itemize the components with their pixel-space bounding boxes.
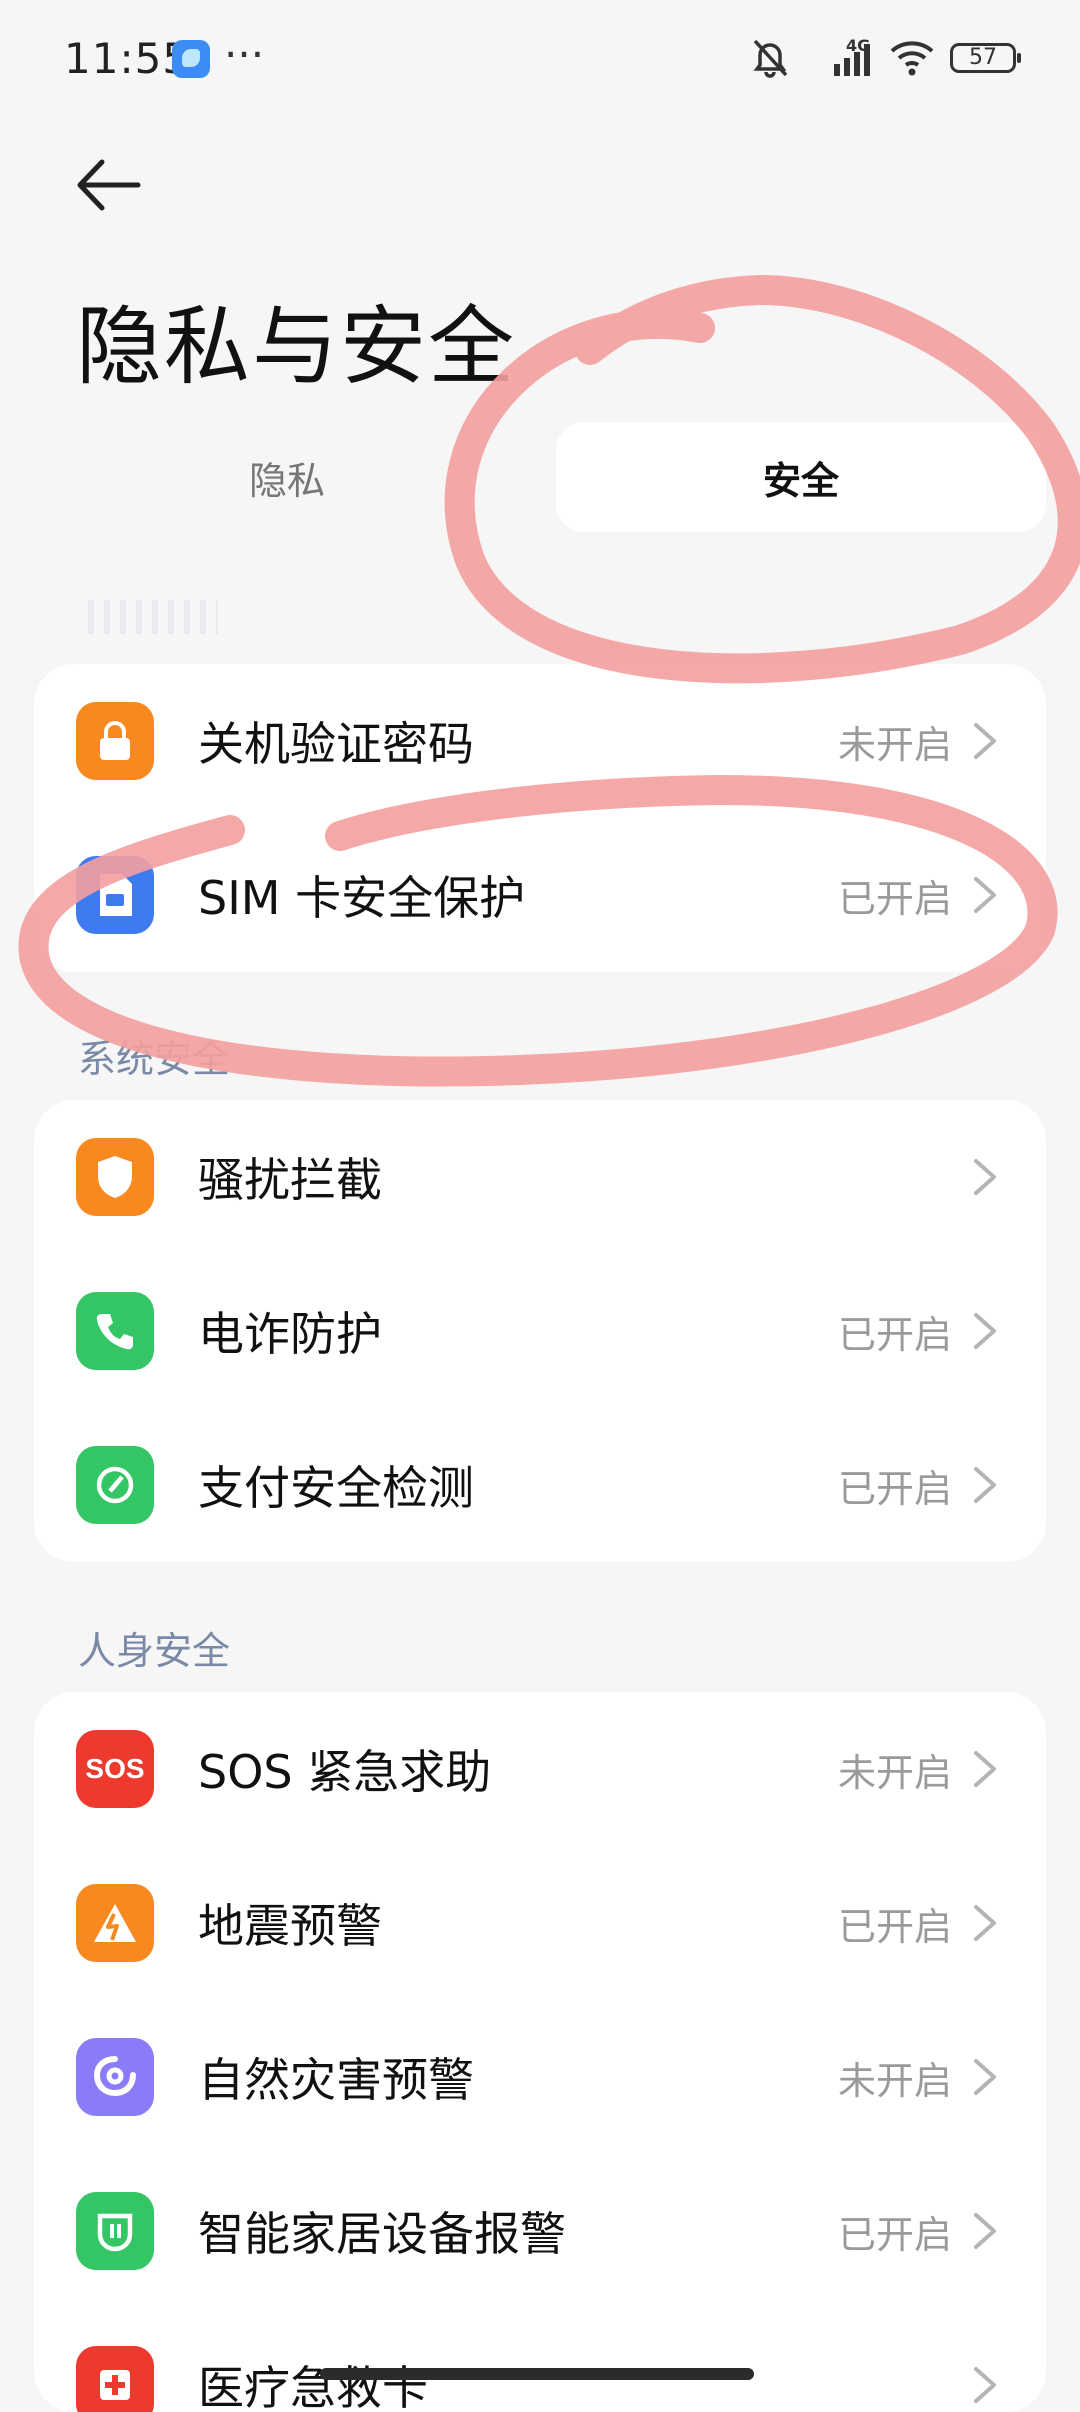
phone-icon <box>76 1292 154 1370</box>
row-label: 智能家居设备报警 <box>198 2207 566 2261</box>
status-badge: 已开启 <box>837 1466 952 1511</box>
home-indicator[interactable] <box>320 2368 754 2380</box>
row-smart-home-alarm[interactable]: 智能家居设备报警 已开启 <box>34 2154 1046 2308</box>
row-label: 地震预警 <box>198 1899 382 1953</box>
row-disaster-warning[interactable]: 自然灾害预警 未开启 <box>34 2000 1046 2154</box>
row-label: 支付安全检测 <box>198 1461 474 1515</box>
row-power-off-password[interactable]: 关机验证密码 未开启 <box>34 664 1046 818</box>
page-title: 隐私与安全 <box>76 297 516 397</box>
row-label: SOS 紧急求助 <box>198 1745 492 1799</box>
row-label: 自然灾害预警 <box>198 2053 474 2107</box>
bell-muted-icon <box>753 39 788 78</box>
chevron-right-icon <box>974 1905 996 1941</box>
back-button[interactable] <box>72 150 142 220</box>
section-label-personal: 人身安全 <box>78 1629 231 1673</box>
tab-security[interactable]: 安全 <box>556 422 1046 532</box>
row-sos[interactable]: SOS SOS 紧急求助 未开启 <box>34 1692 1046 1846</box>
chevron-right-icon <box>974 723 996 759</box>
status-badge: 已开启 <box>837 2212 952 2257</box>
chevron-right-icon <box>974 2059 996 2095</box>
chevron-right-icon <box>974 1313 996 1349</box>
more-notifications-icon: ··· <box>224 30 265 79</box>
row-label: 电诈防护 <box>198 1307 382 1361</box>
chevron-right-icon <box>974 1159 996 1195</box>
row-medical-card[interactable]: 医疗急救卡 <box>34 2308 1046 2412</box>
status-badge: 已开启 <box>837 876 952 921</box>
row-sim-protection[interactable]: SIM 卡安全保护 已开启 <box>34 818 1046 972</box>
card-system-security: 骚扰拦截 电诈防护 已开启 支付安全检测 已开启 <box>34 1100 1046 1562</box>
status-bar: 11:55 ··· 4G 57 <box>0 0 1080 120</box>
shield-icon <box>76 1138 154 1216</box>
row-harassment-block[interactable]: 骚扰拦截 <box>34 1100 1046 1254</box>
status-badge: 未开启 <box>837 1750 952 1795</box>
card-device-security: 关机验证密码 未开启 SIM 卡安全保护 已开启 <box>34 664 1046 972</box>
sim-card-icon <box>76 856 154 934</box>
status-badge: 已开启 <box>837 1312 952 1357</box>
wifi-icon <box>890 41 934 76</box>
faded-decoration <box>88 600 218 634</box>
signal-icon: 4G <box>804 36 874 78</box>
status-badge: 未开启 <box>837 722 952 767</box>
earthquake-icon <box>76 1884 154 1962</box>
battery-icon: 57 <box>950 43 1021 73</box>
row-label: SIM 卡安全保护 <box>198 871 526 925</box>
cyclone-icon <box>76 2038 154 2116</box>
compass-icon <box>76 1446 154 1524</box>
chevron-right-icon <box>974 2213 996 2249</box>
chevron-right-icon <box>974 1467 996 1503</box>
sos-icon: SOS <box>76 1730 154 1808</box>
app-notification-icon <box>172 40 210 78</box>
section-label-system: 系统安全 <box>78 1037 231 1081</box>
status-icons: 4G 57 <box>750 36 1021 80</box>
row-earthquake-warning[interactable]: 地震预警 已开启 <box>34 1846 1046 2000</box>
medical-cross-icon <box>76 2346 154 2412</box>
lock-icon <box>76 702 154 780</box>
row-payment-security[interactable]: 支付安全检测 已开启 <box>34 1408 1046 1562</box>
chevron-right-icon <box>974 877 996 913</box>
chevron-right-icon <box>974 2367 996 2403</box>
home-device-icon <box>76 2192 154 2270</box>
tab-privacy[interactable]: 隐私 <box>42 422 532 532</box>
sos-icon-text: SOS <box>85 1753 145 1784</box>
row-fraud-protection[interactable]: 电诈防护 已开启 <box>34 1254 1046 1408</box>
status-badge: 已开启 <box>837 1904 952 1949</box>
card-personal-safety: SOS SOS 紧急求助 未开启 地震预警 已开启 自然灾害预警 未开启 智能家… <box>34 1692 1046 2412</box>
status-badge: 未开启 <box>837 2058 952 2103</box>
row-label: 骚扰拦截 <box>198 1153 382 1207</box>
chevron-right-icon <box>974 1751 996 1787</box>
row-label: 医疗急救卡 <box>198 2361 428 2412</box>
row-label: 关机验证密码 <box>198 717 474 771</box>
